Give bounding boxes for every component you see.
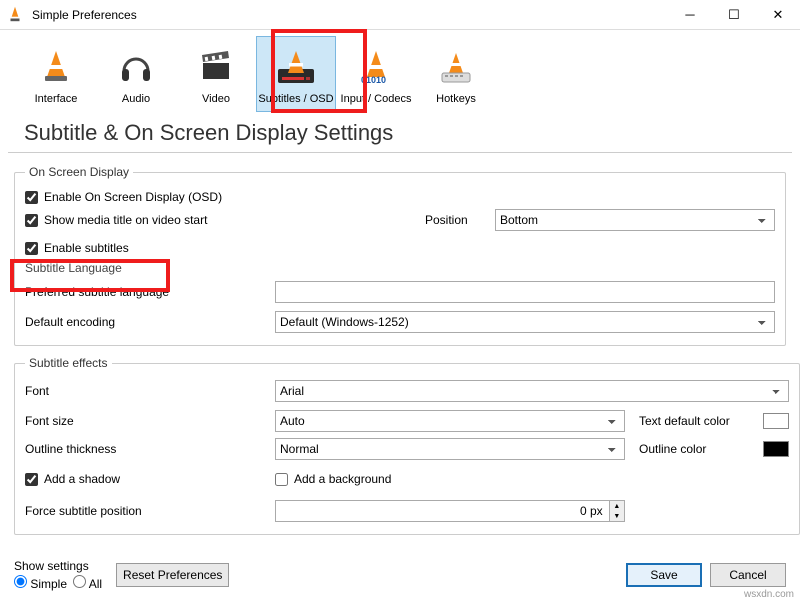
subtitles-icon xyxy=(274,41,318,93)
tab-label: Subtitles / OSD xyxy=(258,93,333,105)
outline-color-label: Outline color xyxy=(639,442,749,456)
encoding-label: Default encoding xyxy=(25,315,275,329)
enable-osd-input[interactable] xyxy=(25,191,38,204)
tab-label: Input / Codecs xyxy=(341,93,412,105)
watermark: wsxdn.com xyxy=(744,589,794,600)
show-title-input[interactable] xyxy=(25,214,38,227)
tab-label: Interface xyxy=(35,93,78,105)
shadow-checkbox[interactable]: Add a shadow xyxy=(25,472,275,486)
pref-lang-input[interactable] xyxy=(275,281,775,303)
font-size-select[interactable]: Auto xyxy=(275,410,625,432)
clapper-icon xyxy=(196,41,236,93)
encoding-select[interactable]: Default (Windows-1252) xyxy=(275,311,775,333)
force-pos-label: Force subtitle position xyxy=(25,504,275,518)
effects-legend: Subtitle effects xyxy=(25,356,112,370)
pref-lang-label: Preferred subtitle language xyxy=(25,285,275,299)
font-select[interactable]: Arial xyxy=(275,380,789,402)
effects-group: Subtitle effects Font Arial Font size Au… xyxy=(14,356,800,535)
window-minimize-button[interactable]: ─ xyxy=(668,0,712,30)
tab-codecs[interactable]: 01010 Input / Codecs xyxy=(336,36,416,112)
osd-legend: On Screen Display xyxy=(25,165,133,179)
radio-all[interactable]: All xyxy=(73,575,102,591)
outline-color-swatch[interactable] xyxy=(763,441,789,457)
show-title-checkbox[interactable]: Show media title on video start xyxy=(25,213,425,227)
force-pos-input[interactable] xyxy=(275,500,610,522)
cancel-button[interactable]: Cancel xyxy=(710,563,786,587)
bottom-bar: Show settings Simple All Reset Preferenc… xyxy=(0,551,800,601)
tab-audio[interactable]: Audio xyxy=(96,36,176,112)
text-color-swatch[interactable] xyxy=(763,413,789,429)
tab-label: Hotkeys xyxy=(436,93,476,105)
position-label: Position xyxy=(425,213,495,227)
thickness-label: Outline thickness xyxy=(25,442,275,456)
text-color-label: Text default color xyxy=(639,414,749,428)
radio-simple[interactable]: Simple xyxy=(14,575,67,591)
thickness-select[interactable]: Normal xyxy=(275,438,625,460)
tab-interface[interactable]: Interface xyxy=(16,36,96,112)
headphones-icon xyxy=(116,41,156,93)
subtitle-language-header: Subtitle Language xyxy=(25,261,775,275)
window-title: Simple Preferences xyxy=(32,8,668,22)
tab-label: Audio xyxy=(122,93,150,105)
background-label: Add a background xyxy=(294,472,391,486)
tab-video[interactable]: Video xyxy=(176,36,256,112)
page-title: Subtitle & On Screen Display Settings xyxy=(8,112,792,153)
background-input[interactable] xyxy=(275,473,288,486)
window-maximize-button[interactable]: ☐ xyxy=(712,0,756,30)
font-size-label: Font size xyxy=(25,414,275,428)
enable-subtitles-input[interactable] xyxy=(25,242,38,255)
enable-subtitles-label: Enable subtitles xyxy=(44,241,129,255)
show-settings-label: Show settings xyxy=(14,559,102,573)
force-pos-spinner[interactable]: ▲▼ xyxy=(610,500,625,522)
reset-button[interactable]: Reset Preferences xyxy=(116,563,229,587)
osd-group: On Screen Display Enable On Screen Displ… xyxy=(14,165,786,346)
codec-icon: 01010 xyxy=(356,41,396,93)
shadow-input[interactable] xyxy=(25,473,38,486)
enable-subtitles-checkbox[interactable]: Enable subtitles xyxy=(25,241,775,255)
enable-osd-label: Enable On Screen Display (OSD) xyxy=(44,190,222,204)
save-button[interactable]: Save xyxy=(626,563,702,587)
cone-icon xyxy=(36,41,76,93)
svg-text:01010: 01010 xyxy=(361,75,386,85)
enable-osd-checkbox[interactable]: Enable On Screen Display (OSD) xyxy=(25,190,775,204)
tab-subtitles[interactable]: Subtitles / OSD xyxy=(256,36,336,112)
category-toolbar: Interface Audio Video Subtitles / OSD 01… xyxy=(0,30,800,112)
background-checkbox[interactable]: Add a background xyxy=(275,472,391,486)
font-label: Font xyxy=(25,384,275,398)
tab-hotkeys[interactable]: Hotkeys xyxy=(416,36,496,112)
window-close-button[interactable]: ✕ xyxy=(756,0,800,30)
shadow-label: Add a shadow xyxy=(44,472,120,486)
app-icon xyxy=(6,5,26,25)
tab-label: Video xyxy=(202,93,230,105)
position-select[interactable]: Bottom xyxy=(495,209,775,231)
window-titlebar: Simple Preferences ─ ☐ ✕ xyxy=(0,0,800,30)
hotkeys-icon xyxy=(436,41,476,93)
show-title-label: Show media title on video start xyxy=(44,213,207,227)
